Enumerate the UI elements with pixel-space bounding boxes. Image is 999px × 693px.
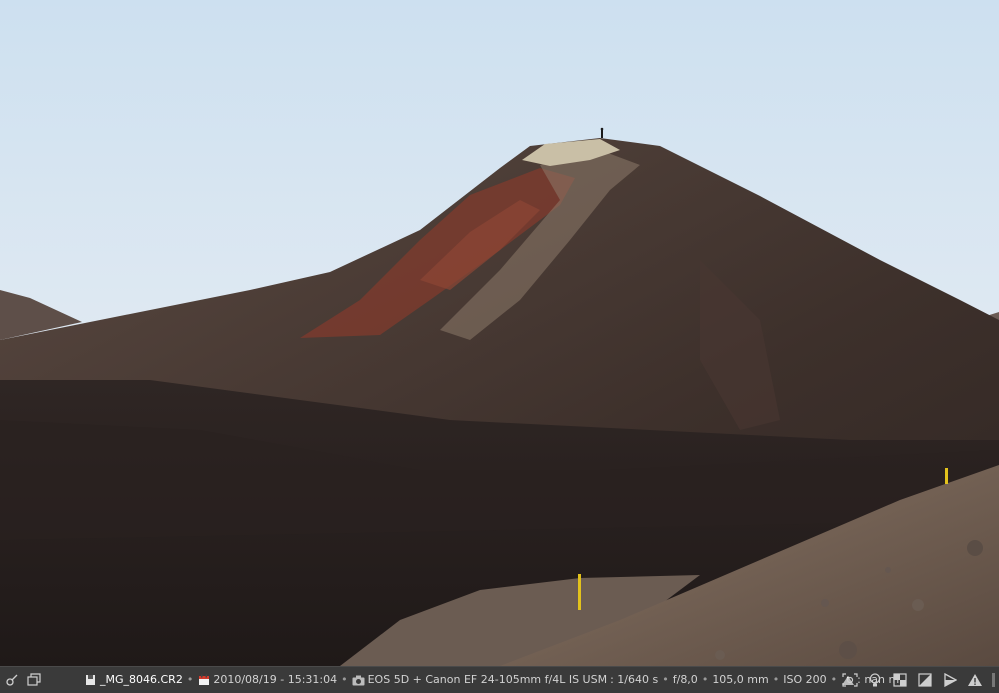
photo-volcano: [0, 0, 999, 666]
iso: ISO 200: [783, 673, 827, 686]
image-viewer[interactable]: [0, 0, 999, 666]
softproof-icon[interactable]: [942, 672, 958, 688]
exposure-icon[interactable]: [917, 672, 933, 688]
camera-icon: [352, 674, 365, 687]
bulb-icon[interactable]: [867, 672, 883, 688]
camera-lens: EOS 5D + Canon EF 24-105mm f/4L IS USM: [367, 673, 608, 686]
image-metadata: _MG_8046.CR2 • 2010/08/19 - 15:31:04 • E…: [84, 667, 899, 693]
scroll-indicator[interactable]: [992, 673, 995, 687]
calendar-icon: [197, 674, 210, 687]
separator: •: [701, 673, 709, 686]
multi-window-icon[interactable]: [26, 672, 42, 688]
separator: •: [186, 673, 194, 686]
separator: •: [830, 673, 838, 686]
focal-length: 105,0 mm: [712, 673, 769, 686]
separator: •: [341, 673, 348, 686]
aperture: f/8,0: [672, 673, 698, 686]
before-after-icon[interactable]: [892, 672, 908, 688]
shutter-speed: : 1/640 s: [610, 673, 659, 686]
status-bar: _MG_8046.CR2 • 2010/08/19 - 15:31:04 • E…: [0, 666, 999, 693]
separator: •: [662, 673, 669, 686]
warning-icon[interactable]: [967, 672, 983, 688]
focus-mask-icon[interactable]: [842, 672, 858, 688]
navigator-icon[interactable]: [4, 672, 20, 688]
separator: •: [772, 673, 780, 686]
statusbar-right-tools: [842, 667, 995, 693]
statusbar-left-tools: [4, 667, 42, 693]
file-name: _MG_8046.CR2: [100, 673, 183, 686]
date-time: 2010/08/19 - 15:31:04: [213, 673, 338, 686]
file-icon: [84, 674, 97, 687]
